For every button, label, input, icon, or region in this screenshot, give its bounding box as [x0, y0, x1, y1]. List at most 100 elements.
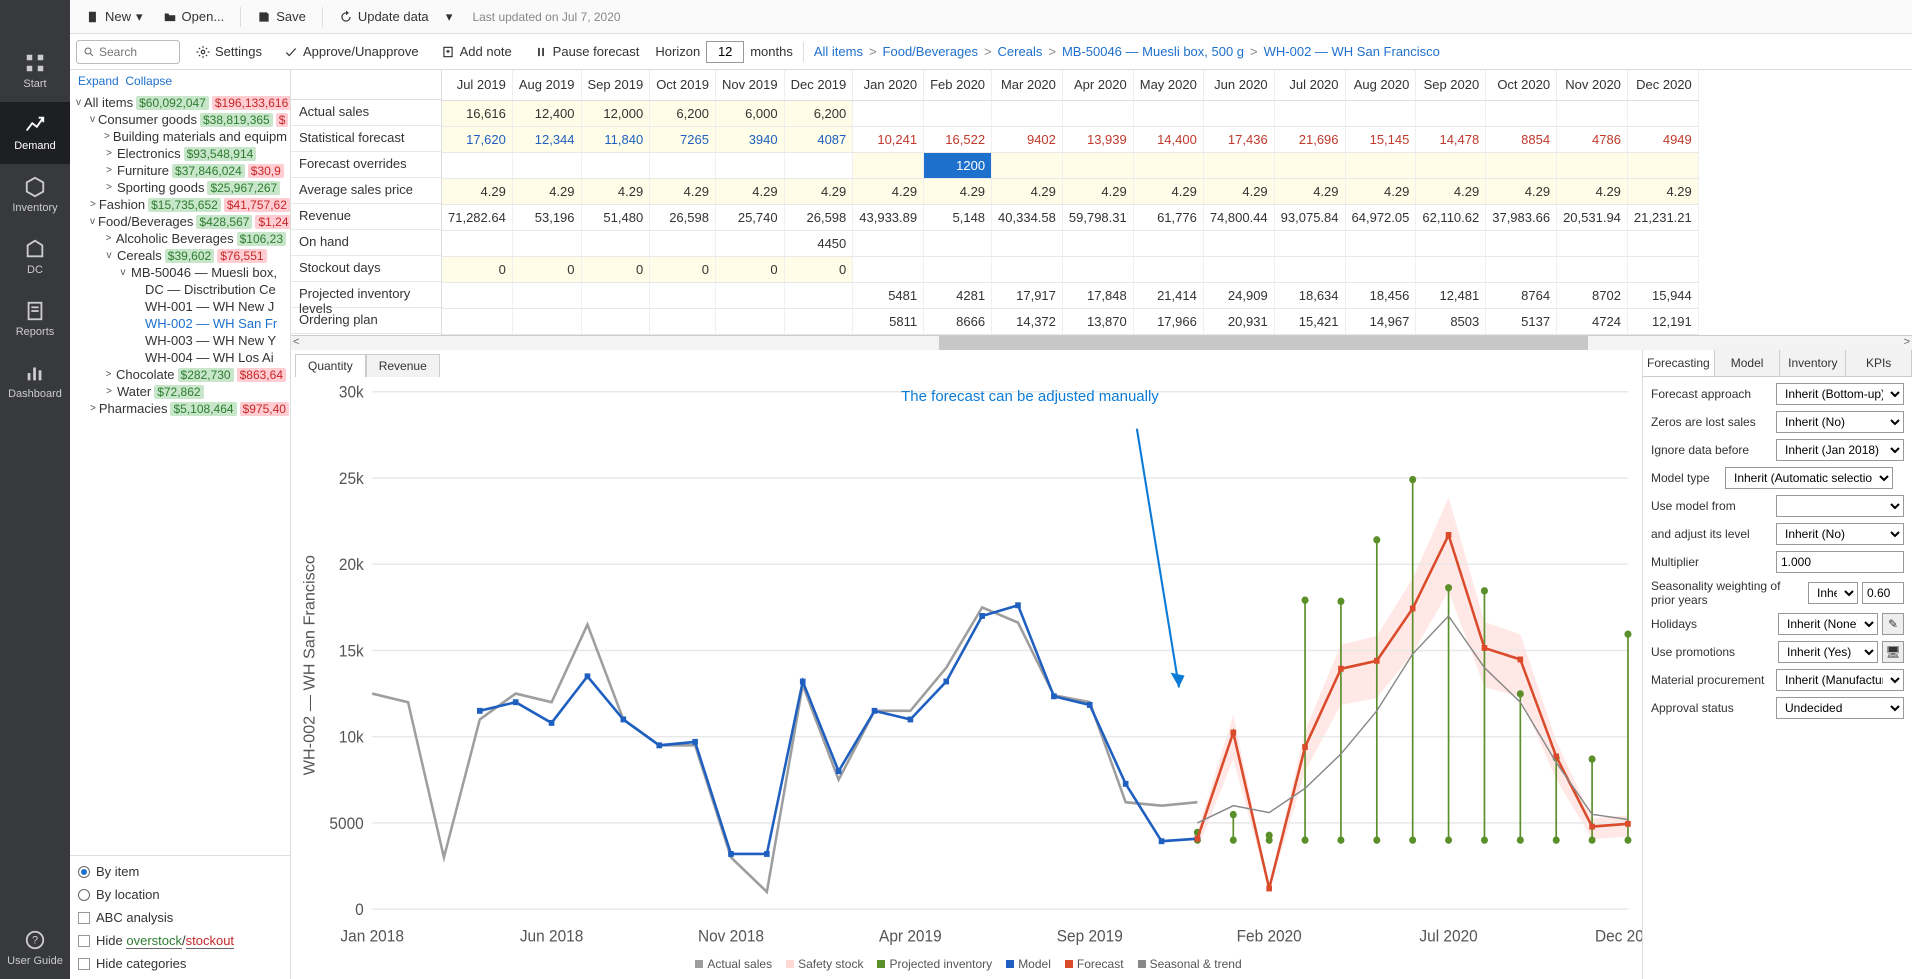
tree-item[interactable]: WH-001 — WH New J: [70, 298, 290, 315]
grid-cell[interactable]: 4724: [1557, 308, 1628, 334]
grid-cell[interactable]: [1557, 230, 1628, 256]
grid-cell[interactable]: [650, 308, 716, 334]
prop-select[interactable]: Undecided: [1776, 697, 1904, 719]
grid-cell[interactable]: [715, 282, 784, 308]
open-button[interactable]: Open...: [155, 5, 233, 28]
grid-cell[interactable]: 16,616: [442, 100, 512, 126]
grid-cell[interactable]: 4.29: [442, 178, 512, 204]
grid-cell[interactable]: [924, 230, 992, 256]
grid-cell[interactable]: [1274, 230, 1345, 256]
prop-select[interactable]: [1776, 495, 1904, 517]
grid-cell[interactable]: 14,372: [992, 308, 1063, 334]
grid-cell[interactable]: 4.29: [784, 178, 853, 204]
grid-cell[interactable]: [992, 152, 1063, 178]
by-location-radio[interactable]: By location: [78, 887, 282, 902]
monitor-icon[interactable]: 🖥: [1882, 641, 1904, 663]
grid-cell[interactable]: [442, 230, 512, 256]
grid-cell[interactable]: [1416, 100, 1486, 126]
grid-cell[interactable]: [1133, 100, 1203, 126]
grid-cell[interactable]: 4.29: [715, 178, 784, 204]
breadcrumb-item[interactable]: Cereals: [998, 44, 1043, 59]
grid-cell[interactable]: [512, 308, 581, 334]
grid-cell[interactable]: 4281: [924, 282, 992, 308]
grid-cell[interactable]: 12,400: [512, 100, 581, 126]
grid-cell[interactable]: 12,000: [581, 100, 650, 126]
grid-cell[interactable]: [715, 308, 784, 334]
grid-cell[interactable]: [1345, 256, 1416, 282]
grid-cell[interactable]: 13,939: [1062, 126, 1133, 152]
grid-cell[interactable]: 21,414: [1133, 282, 1203, 308]
tree-item[interactable]: >Sporting goods $25,967,267: [70, 179, 290, 196]
grid-cell[interactable]: [1345, 100, 1416, 126]
tab-inventory[interactable]: Inventory: [1780, 350, 1846, 376]
grid-cell[interactable]: 4.29: [1627, 178, 1698, 204]
abc-checkbox[interactable]: ABC analysis: [78, 910, 282, 925]
search-input[interactable]: [99, 45, 173, 59]
grid-cell[interactable]: [581, 152, 650, 178]
grid-cell[interactable]: [992, 256, 1063, 282]
grid-cell[interactable]: 3940: [715, 126, 784, 152]
horizon-input[interactable]: [706, 41, 744, 63]
grid-cell[interactable]: [784, 308, 853, 334]
grid-cell[interactable]: 37,983.66: [1486, 204, 1557, 230]
grid-cell[interactable]: [853, 230, 924, 256]
grid-cell[interactable]: 20,931: [1203, 308, 1274, 334]
settings-button[interactable]: Settings: [190, 41, 268, 62]
grid-cell[interactable]: [784, 152, 853, 178]
grid-cell[interactable]: [1062, 100, 1133, 126]
grid-cell[interactable]: 4.29: [1416, 178, 1486, 204]
by-item-radio[interactable]: By item: [78, 864, 282, 879]
pause-forecast-button[interactable]: Pause forecast: [528, 41, 646, 62]
grid-cell[interactable]: 5,148: [924, 204, 992, 230]
tree-item[interactable]: vMB-50046 — Muesli box,: [70, 264, 290, 281]
grid-cell[interactable]: [442, 282, 512, 308]
grid-cell[interactable]: 0: [715, 256, 784, 282]
grid-cell[interactable]: 61,776: [1133, 204, 1203, 230]
expand-link[interactable]: Expand: [78, 74, 119, 88]
nav-reports[interactable]: Reports: [0, 288, 70, 350]
grid-cell[interactable]: 59,798.31: [1062, 204, 1133, 230]
grid-cell[interactable]: 8503: [1416, 308, 1486, 334]
grid-cell[interactable]: [442, 152, 512, 178]
grid-cell[interactable]: 4.29: [853, 178, 924, 204]
grid-cell[interactable]: 4450: [784, 230, 853, 256]
grid-cell[interactable]: 4.29: [1062, 178, 1133, 204]
grid-cell[interactable]: [1133, 152, 1203, 178]
grid-cell[interactable]: 93,075.84: [1274, 204, 1345, 230]
grid-cell[interactable]: [1203, 100, 1274, 126]
grid-cell[interactable]: 0: [442, 256, 512, 282]
grid-cell[interactable]: [1486, 100, 1557, 126]
grid-cell[interactable]: [924, 256, 992, 282]
tab-revenue[interactable]: Revenue: [366, 354, 440, 377]
breadcrumb-item[interactable]: Food/Beverages: [883, 44, 978, 59]
grid-cell[interactable]: 12,191: [1627, 308, 1698, 334]
grid-cell[interactable]: [581, 230, 650, 256]
grid-cell[interactable]: 17,917: [992, 282, 1063, 308]
tree-item[interactable]: WH-003 — WH New Y: [70, 332, 290, 349]
grid-cell[interactable]: 4.29: [1557, 178, 1628, 204]
grid-cell[interactable]: 14,967: [1345, 308, 1416, 334]
grid-cell[interactable]: 20,531.94: [1557, 204, 1628, 230]
grid-cell[interactable]: 4.29: [1203, 178, 1274, 204]
update-data-button[interactable]: Update data ▾: [331, 5, 461, 29]
grid-cell[interactable]: 5811: [853, 308, 924, 334]
grid-cell[interactable]: 15,421: [1274, 308, 1345, 334]
grid-cell[interactable]: [784, 282, 853, 308]
grid-cell[interactable]: 8854: [1486, 126, 1557, 152]
grid-cell[interactable]: 0: [581, 256, 650, 282]
tree-item[interactable]: vConsumer goods $38,819,365 $: [70, 111, 290, 128]
grid-scroll[interactable]: Jul 2019Aug 2019Sep 2019Oct 2019Nov 2019…: [442, 70, 1912, 335]
grid-cell[interactable]: 4.29: [992, 178, 1063, 204]
prop-input[interactable]: [1862, 582, 1904, 604]
grid-cell[interactable]: 0: [784, 256, 853, 282]
grid-cell[interactable]: 14,400: [1133, 126, 1203, 152]
grid-cell[interactable]: [1274, 152, 1345, 178]
tree-item[interactable]: >Building materials and equipm: [70, 128, 290, 145]
grid-cell[interactable]: [1486, 230, 1557, 256]
tree-item[interactable]: DC — Disctribution Ce: [70, 281, 290, 298]
prop-select[interactable]: Inherit (Automatic selection): [1725, 467, 1893, 489]
grid-cell[interactable]: 17,966: [1133, 308, 1203, 334]
prop-select[interactable]: Inherit (Yes): [1778, 641, 1878, 663]
approve-button[interactable]: Approve/Unapprove: [278, 41, 425, 62]
tree-item[interactable]: >Chocolate $282,730 $863,64: [70, 366, 290, 383]
